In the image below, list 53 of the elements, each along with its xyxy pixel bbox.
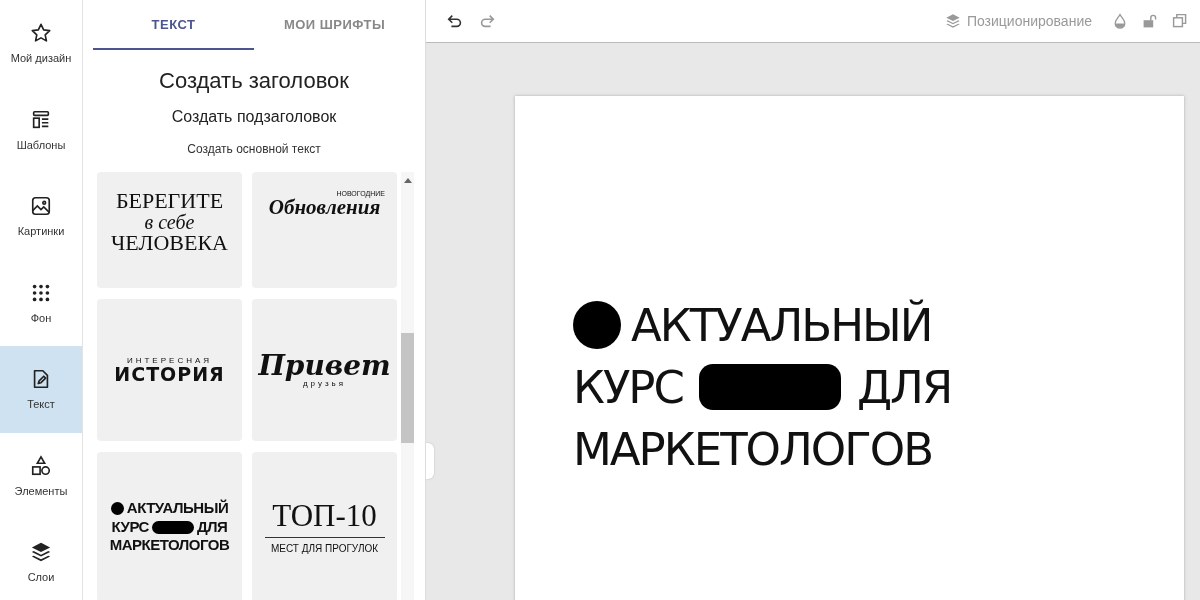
template-text: Обновления — [268, 197, 381, 218]
text-template-card[interactable]: АКТУАЛЬНЫЙ КУРС ДЛЯ МАРКЕТОЛОГОВ — [97, 452, 242, 600]
canvas-text: МАРКЕТОЛОГОВ — [573, 422, 933, 476]
image-icon — [30, 195, 52, 218]
text-template-card[interactable]: Привет друзья — [252, 299, 397, 441]
sidebar-item[interactable]: Слои — [0, 519, 82, 600]
unlock-icon[interactable] — [1142, 13, 1158, 29]
circle-shape — [110, 501, 124, 515]
template-text: друзья — [302, 380, 347, 388]
star-icon — [30, 22, 52, 45]
panel-tab[interactable]: МОИ ШРИФТЫ — [254, 0, 415, 50]
sidebar-item[interactable]: Картинки — [0, 173, 82, 260]
sidebar-item[interactable]: Текст — [0, 346, 82, 433]
scroll-up-arrow-icon[interactable] — [403, 178, 412, 183]
canvas-text: АКТУАЛЬНЫЙ — [631, 298, 932, 352]
template-text: МАРКЕТОЛОГОВ — [109, 536, 230, 556]
template-text: КУРС — [111, 517, 149, 537]
copy-icon[interactable] — [1172, 13, 1188, 29]
template-text: МЕСТ ДЛЯ ПРОГУЛОК — [270, 544, 379, 554]
add-body-text-button[interactable]: Создать основной текст — [187, 142, 321, 156]
template-text: ТОП-10 — [272, 500, 377, 531]
template-text: БЕРЕГИТЕ — [115, 190, 224, 212]
shapes-icon — [30, 454, 52, 477]
undo-icon[interactable] — [446, 12, 464, 30]
text-template-card[interactable]: БЕРЕГИТЕ в себе ЧЕЛОВЕКА — [97, 172, 242, 288]
sidebar-item[interactable]: Мой дизайн — [0, 0, 82, 87]
layout-icon — [30, 108, 52, 131]
template-text: ИНТЕРЕСНАЯ — [126, 356, 213, 365]
pill-shape — [151, 520, 194, 534]
canvas-text: КУРС — [573, 360, 683, 414]
circle-shape — [573, 301, 621, 349]
text-template-card[interactable]: ТОП-10 МЕСТ ДЛЯ ПРОГУЛОК — [252, 452, 397, 600]
template-text: ИСТОРИЯ — [114, 364, 225, 384]
panel-collapse-handle[interactable] — [426, 443, 434, 479]
panel-tab[interactable]: ТЕКСТ — [93, 0, 254, 50]
template-text: АКТУАЛЬНЫЙ — [126, 498, 229, 518]
template-text: ЧЕЛОВЕКА — [111, 232, 228, 254]
canvas-text: ДЛЯ — [856, 360, 952, 414]
template-text: ДЛЯ — [196, 517, 228, 537]
layers-icon — [944, 13, 961, 29]
template-text: в себе — [144, 212, 195, 232]
sidebar-item[interactable]: Фон — [0, 259, 82, 346]
sidebar-item[interactable]: Шаблоны — [0, 86, 82, 173]
scrollbar[interactable] — [401, 172, 414, 600]
add-heading-button[interactable]: Создать заголовок — [159, 68, 349, 94]
add-subheading-button[interactable]: Создать подзаголовок — [171, 108, 337, 126]
template-text: Привет — [258, 352, 391, 380]
text-template-card[interactable]: ИНТЕРЕСНАЯ ИСТОРИЯ — [97, 299, 242, 441]
layers-icon — [30, 541, 52, 564]
sidebar-item[interactable]: Элементы — [0, 432, 82, 519]
redo-icon[interactable] — [478, 12, 496, 30]
drop-icon[interactable] — [1112, 13, 1128, 29]
scrollbar-thumb[interactable] — [401, 333, 414, 443]
